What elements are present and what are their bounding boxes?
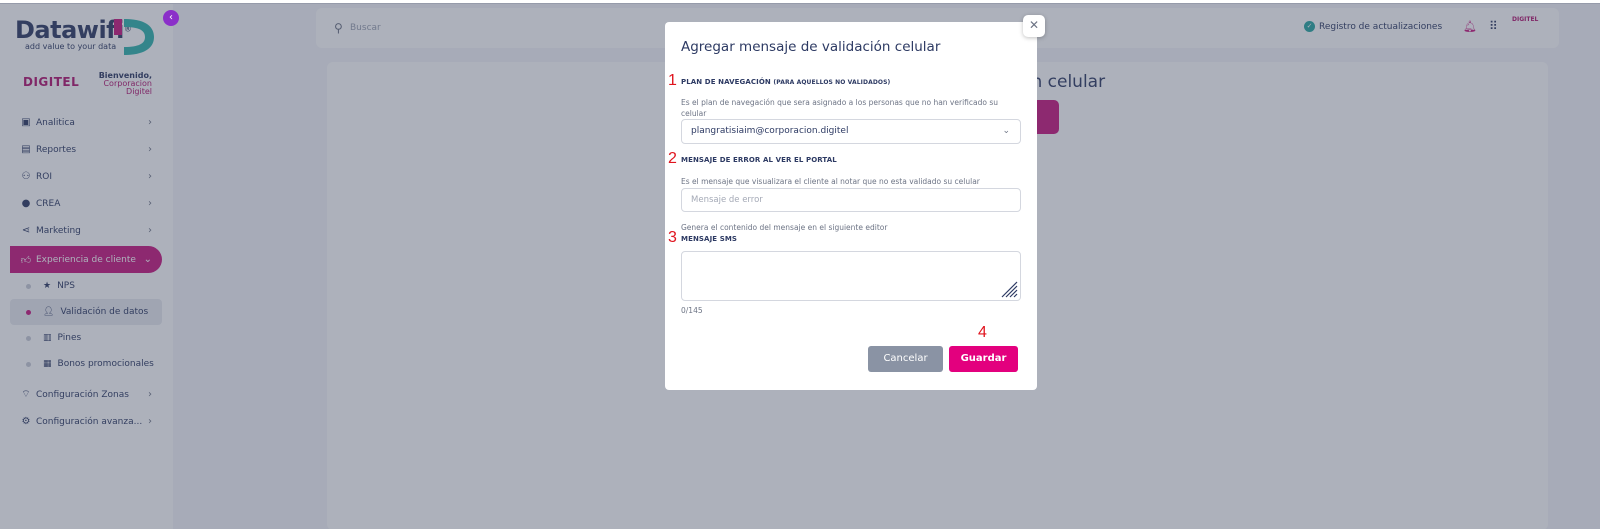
validation-message-modal: ✕ Agregar mensaje de validación celular … xyxy=(665,15,1045,390)
error-help-text: Es el mensaje que visualizara el cliente… xyxy=(681,177,980,186)
plan-label: PLAN DE NAVEGACIÓN (PARA AQUELLOS NO VAL… xyxy=(681,78,890,86)
error-message-input[interactable]: Mensaje de error xyxy=(681,188,1021,212)
sms-char-counter: 0/145 xyxy=(681,306,703,315)
marker-4: 4 xyxy=(978,324,987,341)
plan-select[interactable]: plangratisiaim@corporacion.digitel ⌄ xyxy=(681,119,1021,144)
plan-label-text: PLAN DE NAVEGACIÓN xyxy=(681,78,771,86)
plan-help-text: Es el plan de navegación que sera asigna… xyxy=(681,98,998,118)
marker-2: 2 xyxy=(668,150,677,167)
sms-message-textarea[interactable] xyxy=(681,251,1021,301)
plan-select-value: plangratisiaim@corporacion.digitel xyxy=(691,126,849,136)
editor-help-text: Genera el contenido del mensaje en el si… xyxy=(681,223,888,232)
marker-1: 1 xyxy=(668,72,677,89)
chevron-down-icon: ⌄ xyxy=(1002,126,1010,136)
plan-label-small: (PARA AQUELLOS NO VALIDADOS) xyxy=(773,79,891,86)
resize-handle-icon[interactable] xyxy=(1000,280,1018,298)
marker-3: 3 xyxy=(668,229,677,246)
close-icon[interactable]: ✕ xyxy=(1023,15,1045,37)
modal-title: Agregar mensaje de validación celular xyxy=(681,39,941,55)
save-button[interactable]: Guardar xyxy=(949,346,1018,372)
cancel-button[interactable]: Cancelar xyxy=(868,346,943,372)
sms-label: MENSAJE SMS xyxy=(681,235,738,243)
error-message-label: MENSAJE DE ERROR AL VER EL PORTAL xyxy=(681,156,837,164)
collapse-sidebar-button[interactable]: ‹ xyxy=(163,10,179,26)
